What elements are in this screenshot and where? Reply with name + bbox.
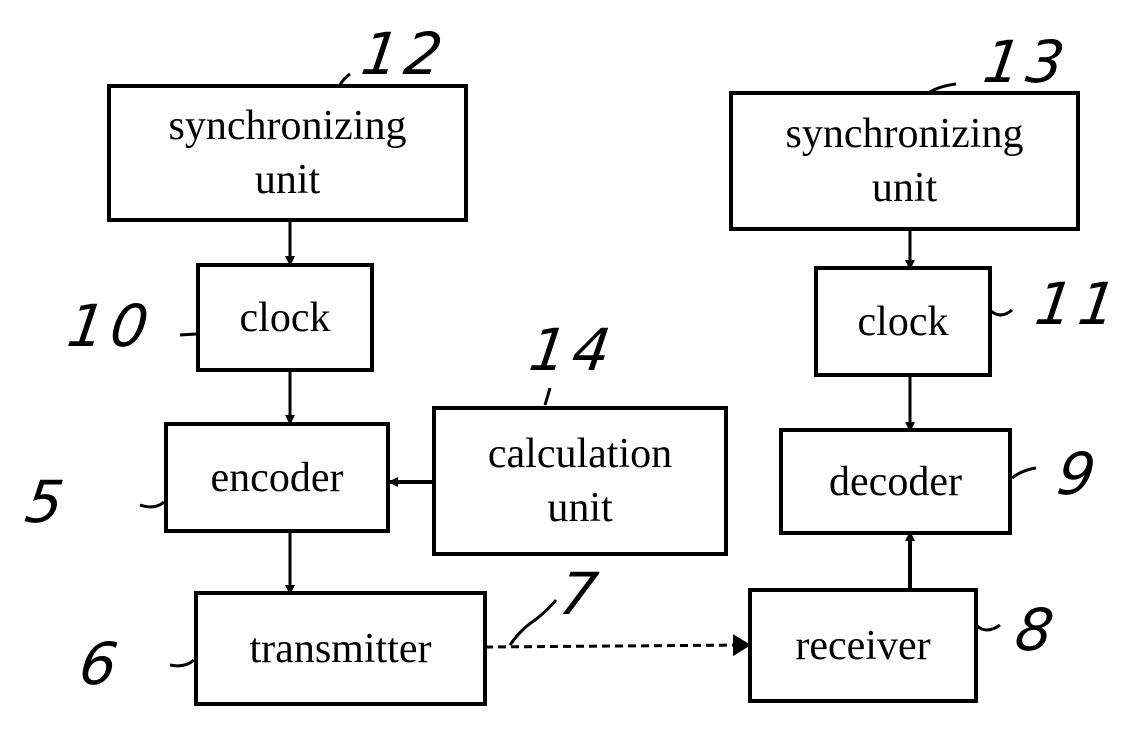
clock-left: clock [196, 263, 374, 372]
synchronizing-unit-left: synchronizing unit [107, 84, 468, 222]
synchronizing-unit-right: synchronizing unit [729, 91, 1080, 231]
decoder: decoder [779, 428, 1012, 535]
leader-11 [988, 308, 1013, 317]
leader-8 [974, 623, 1001, 632]
ref-numeral-12: 12 [357, 20, 453, 88]
ref-numeral-14: 14 [525, 316, 621, 384]
clock-right: clock [814, 266, 992, 377]
block-diagram: synchronizing unit 12 clock 10 encoder 5… [0, 0, 1122, 736]
block-label-line: unit [871, 165, 938, 211]
block-label-line: transmitter [249, 625, 432, 672]
transmitter: transmitter [194, 591, 487, 706]
ref-numeral-10: 10 [63, 292, 159, 360]
block-label-line: clock [239, 294, 331, 341]
ref-numeral-11: 11 [1031, 270, 1122, 338]
block-label-line: calculation [487, 431, 673, 477]
receiver: receiver [748, 588, 978, 703]
block-label-line: synchronizing [785, 111, 1024, 157]
block-label-line: unit [254, 157, 321, 203]
block-label-line: decoder [829, 458, 962, 505]
calculation-unit: calculation unit [432, 406, 728, 556]
leader-10 [179, 332, 197, 337]
block-label-line: receiver [795, 622, 931, 669]
leader-7 [508, 599, 558, 646]
leader-5 [139, 500, 165, 509]
leader-14 [543, 387, 552, 406]
block-label-line: clock [857, 298, 949, 345]
block-label-line: encoder [210, 454, 344, 501]
leader-6 [169, 658, 195, 668]
block-label-line: unit [547, 485, 613, 531]
encoder: encoder [164, 422, 390, 533]
leader-9 [1011, 466, 1037, 480]
arrow-transmitter-to-receiver [484, 634, 751, 657]
block-label-line: synchronizing [168, 103, 407, 149]
ref-numeral-13: 13 [979, 28, 1075, 96]
